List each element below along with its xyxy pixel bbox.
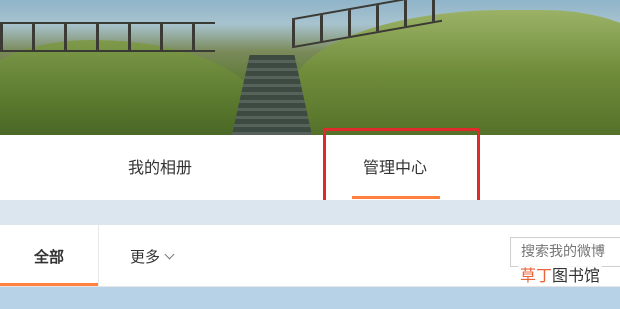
filter-divider — [98, 225, 99, 287]
watermark-accent: 草丁 — [520, 266, 553, 285]
site-watermark: 草丁图书馆 — [518, 262, 603, 286]
filter-more-label: 更多 — [130, 247, 161, 266]
cover-hill-left — [0, 40, 260, 135]
chevron-down-icon — [164, 249, 175, 259]
bottom-strip — [0, 287, 620, 309]
divider-strip — [0, 200, 620, 225]
filter-more-dropdown[interactable]: 更多 — [130, 225, 175, 287]
watermark-rest: 图书馆 — [552, 266, 601, 285]
filter-all-tab[interactable]: 全部 — [0, 225, 98, 287]
filter-all-underline — [0, 283, 98, 286]
profile-nav-bar: 我的相册 管理中心 — [0, 135, 620, 200]
tab-my-album[interactable]: 我的相册 — [100, 133, 220, 198]
cover-banner — [0, 0, 620, 135]
cover-fence-left — [0, 22, 215, 52]
